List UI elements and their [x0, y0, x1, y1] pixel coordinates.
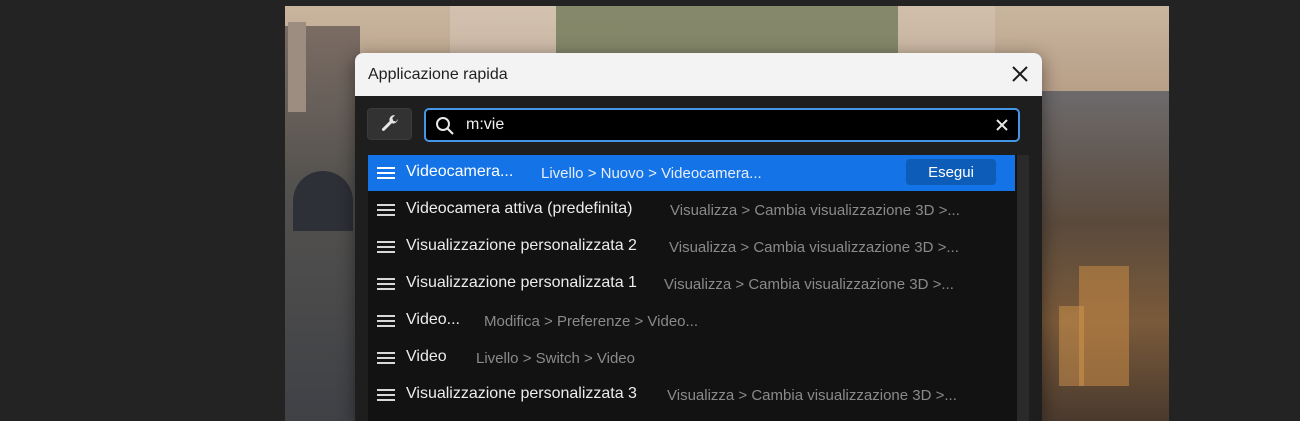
- tools-button[interactable]: [367, 108, 412, 140]
- results-list: Videocamera... Livello > Nuovo > Videoca…: [368, 155, 1029, 421]
- dialog-titlebar: Applicazione rapida: [355, 53, 1042, 96]
- result-path: Visualizza > Cambia visualizzazione 3D >…: [667, 387, 957, 404]
- result-row[interactable]: Videocamera... Livello > Nuovo > Videoca…: [368, 155, 1015, 191]
- result-name: Visualizzazione personalizzata 3: [406, 385, 637, 402]
- result-path: Visualizza > Cambia visualizzazione 3D >…: [669, 239, 959, 256]
- result-row[interactable]: Video... Modifica > Preferenze > Video..…: [368, 303, 1015, 339]
- result-row[interactable]: Visualizzazione personalizzata 1 Visuali…: [368, 266, 1015, 302]
- result-name: Videocamera attiva (predefinita): [406, 200, 633, 217]
- search-input[interactable]: [466, 114, 986, 136]
- dialog-title: Applicazione rapida: [368, 66, 508, 83]
- run-button[interactable]: Esegui: [906, 159, 996, 185]
- result-path: Livello > Switch > Video: [476, 350, 635, 367]
- search-icon: [436, 117, 454, 135]
- hamburger-icon: [377, 389, 395, 401]
- results-scrollbar[interactable]: [1017, 155, 1029, 421]
- hamburger-icon: [377, 204, 395, 216]
- search-field[interactable]: [424, 108, 1020, 142]
- result-name: Video: [406, 348, 447, 365]
- quick-apply-dialog: Applicazione rapida Videocamera... Livel…: [355, 53, 1042, 421]
- result-row[interactable]: Visualizzazione personalizzata 3 Visuali…: [368, 377, 1015, 413]
- wrench-icon: [381, 115, 398, 131]
- result-name: Video...: [406, 311, 460, 328]
- result-name: Visualizzazione personalizzata 2: [406, 237, 637, 254]
- result-name: Videocamera...: [406, 163, 514, 180]
- hamburger-icon: [377, 278, 395, 290]
- result-path: Visualizza > Cambia visualizzazione 3D >…: [664, 276, 954, 293]
- result-name: Visualizzazione personalizzata 1: [406, 274, 637, 291]
- result-path: Visualizza > Cambia visualizzazione 3D >…: [670, 202, 960, 219]
- result-path: Modifica > Preferenze > Video...: [484, 313, 699, 330]
- hamburger-icon: [377, 315, 395, 327]
- result-row[interactable]: Visualizzazione personalizzata 2 Visuali…: [368, 229, 1015, 265]
- hamburger-icon: [377, 352, 395, 364]
- result-path: Livello > Nuovo > Videocamera...: [541, 165, 762, 182]
- close-icon[interactable]: [1008, 62, 1032, 86]
- result-row[interactable]: Videocamera attiva (predefinita) Visuali…: [368, 192, 1015, 228]
- result-row[interactable]: Video Livello > Switch > Video: [368, 340, 1015, 376]
- hamburger-icon: [377, 167, 395, 179]
- clear-icon[interactable]: [995, 118, 1009, 132]
- hamburger-icon: [377, 241, 395, 253]
